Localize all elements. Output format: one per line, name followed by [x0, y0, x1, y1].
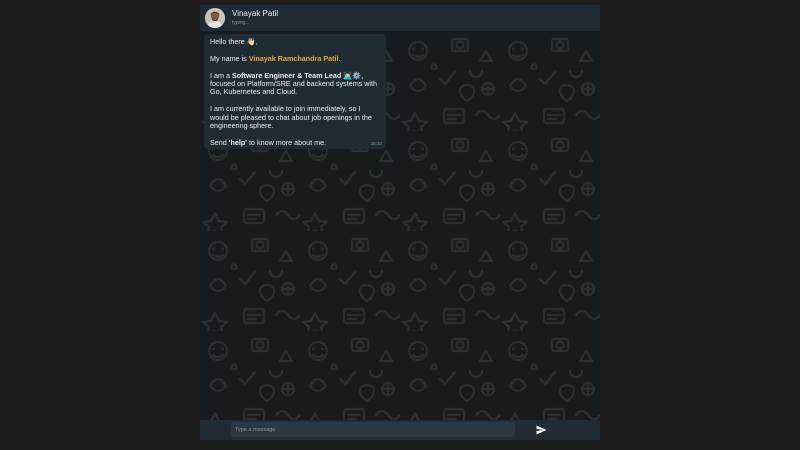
contact-status: typing...: [232, 20, 250, 26]
contact-name: Vinayak Patil: [232, 9, 279, 18]
message-input[interactable]: [231, 422, 515, 437]
message-composer: [200, 420, 600, 440]
message-intro: My name is Vinayak Ramchandra Patil.: [210, 53, 380, 63]
message-availability: I am currently available to join immedia…: [210, 104, 372, 131]
message-bubble[interactable]: Hello there 👋🏻, My name is Vinayak Ramch…: [204, 34, 386, 149]
message-help: Send 'help' to know more about me.: [210, 137, 380, 147]
message-role: I am a Software Engineer & Team Lead 👨🏻‍…: [210, 71, 380, 97]
send-icon: [536, 425, 546, 435]
chat-header: Vinayak Patil typing...: [200, 5, 600, 31]
avatar[interactable]: [205, 8, 225, 28]
message-help-keyword: 'help': [228, 137, 247, 147]
chat-body[interactable]: Hello there 👋🏻, My name is Vinayak Ramch…: [200, 31, 600, 420]
message-timestamp: 16:22: [370, 141, 382, 146]
chat-window: Vinayak Patil typing... Hello there 👋🏻, …: [200, 5, 600, 440]
message-help-prefix: Send: [210, 137, 229, 147]
message-full-name: Vinayak Ramchandra Patil: [248, 53, 339, 63]
message-name-suffix: .: [338, 53, 341, 63]
message-greeting: Hello there 👋🏻,: [210, 37, 258, 46]
message-name-prefix: My name is: [210, 53, 249, 63]
send-button[interactable]: [534, 423, 548, 437]
message-help-suffix: to know more about me.: [247, 137, 327, 147]
